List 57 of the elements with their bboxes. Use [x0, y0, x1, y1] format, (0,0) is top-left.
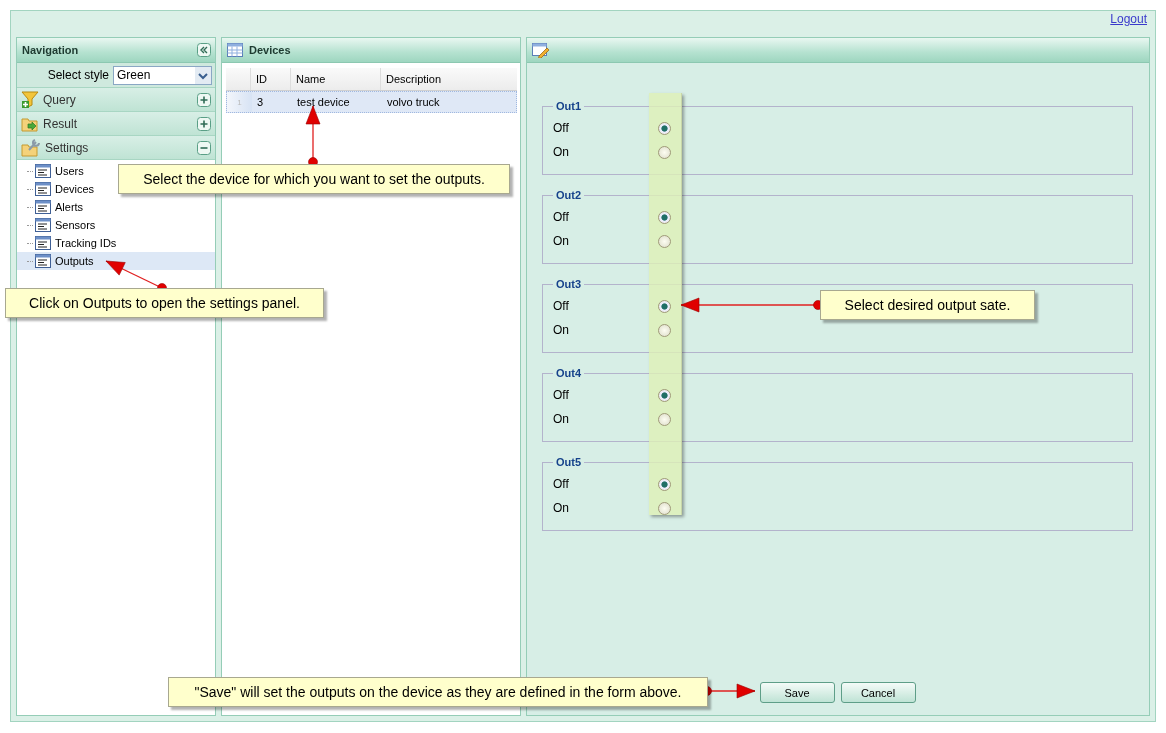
- fieldset-legend: Out4: [553, 367, 585, 379]
- logout-link[interactable]: Logout: [1110, 12, 1147, 26]
- cancel-button[interactable]: Cancel: [840, 682, 916, 703]
- folder-wrench-icon: [21, 138, 41, 157]
- fieldset-legend: Out2: [553, 189, 585, 201]
- tree-item[interactable]: Users: [17, 162, 88, 180]
- list-icon: [35, 236, 51, 250]
- list-icon: [35, 200, 51, 214]
- window-pencil-icon: [532, 42, 550, 58]
- funnel-icon: [21, 90, 39, 109]
- list-icon: [35, 254, 51, 268]
- select-style-label: Select style: [47, 68, 109, 82]
- expand-icon[interactable]: [197, 92, 211, 107]
- tree-item[interactable]: Alerts: [17, 198, 88, 216]
- table-cell-text: test device: [296, 95, 351, 110]
- table-icon: [227, 43, 243, 57]
- column-header[interactable]: Name: [291, 68, 381, 90]
- radio-label: Off: [553, 299, 570, 313]
- radio-label: Off: [553, 477, 570, 491]
- panel-title: Devices: [249, 44, 292, 56]
- radio-label: Off: [553, 210, 570, 224]
- tree-item[interactable]: Outputs: [17, 252, 215, 270]
- fieldset-legend: Out1: [553, 100, 585, 112]
- radio-label: On: [553, 323, 570, 337]
- list-icon: [35, 164, 51, 178]
- pointer-arrow: [305, 105, 321, 167]
- table-cell-text: 3: [256, 95, 265, 110]
- column-header[interactable]: ID: [251, 68, 291, 90]
- radio-label: Off: [553, 388, 570, 402]
- list-icon: [35, 182, 51, 196]
- column-header[interactable]: Description: [381, 68, 517, 90]
- fieldset-legend: Out3: [553, 278, 585, 290]
- radio-label: On: [553, 145, 570, 159]
- tree-item[interactable]: Sensors: [17, 216, 100, 234]
- panel-title: Navigation: [22, 44, 80, 56]
- callout-note: Click on Outputs to open the settings panel.: [5, 288, 324, 318]
- expand-icon[interactable]: [197, 116, 211, 131]
- table-cell-text: volvo truck: [386, 95, 441, 110]
- radio-label: On: [553, 501, 570, 515]
- accordion-header[interactable]: Settings: [17, 136, 215, 160]
- accordion-header[interactable]: Result: [17, 112, 215, 136]
- folder-arrow-icon: [21, 115, 39, 132]
- collapse-icon[interactable]: [197, 43, 211, 57]
- radio-label: On: [553, 234, 570, 248]
- callout-note: Select the device for which you want to set the outputs.: [118, 164, 510, 194]
- callout-note: Select desired output sate.: [820, 290, 1035, 320]
- collapse-icon[interactable]: [197, 140, 211, 155]
- radio-label: On: [553, 412, 570, 426]
- save-button[interactable]: Save: [759, 682, 835, 703]
- callout-note: "Save" will set the outputs on the device as they are defined in the form above.: [168, 677, 708, 707]
- tree-item[interactable]: Tracking IDs: [17, 234, 121, 252]
- list-icon: [35, 218, 51, 232]
- fieldset-legend: Out5: [553, 456, 585, 468]
- style-dropdown[interactable]: Green: [113, 65, 212, 85]
- tree-item[interactable]: Devices: [17, 180, 99, 198]
- radio-label: Off: [553, 121, 570, 135]
- accordion-header[interactable]: Query: [17, 88, 215, 112]
